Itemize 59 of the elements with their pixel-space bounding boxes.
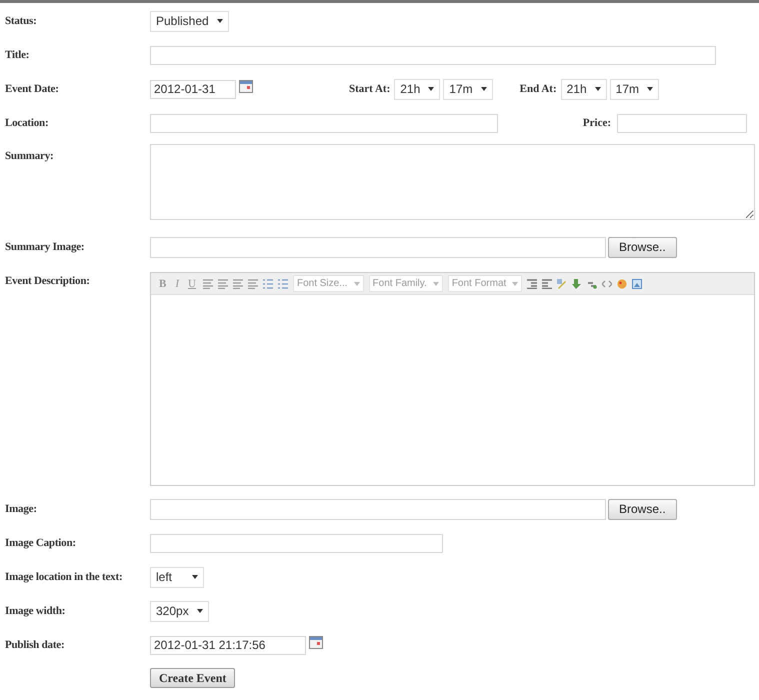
dropdown[interactable]: left <box>150 566 204 588</box>
dropdown[interactable]: 17m <box>610 78 659 100</box>
dropdown[interactable]: 17m <box>443 78 493 100</box>
align-icon[interactable] <box>202 278 213 288</box>
caret-icon <box>428 87 434 91</box>
image-icon[interactable] <box>632 278 642 288</box>
palette-icon[interactable] <box>617 278 628 288</box>
list-icon[interactable] <box>262 278 273 288</box>
caret-icon <box>196 609 203 613</box>
dropdown[interactable]: Published <box>150 10 229 32</box>
field-label: Start At: <box>349 83 390 95</box>
dropdown[interactable]: 21h <box>394 78 440 100</box>
arrow-icon[interactable] <box>572 278 582 288</box>
file-field[interactable] <box>150 498 606 520</box>
caret-icon <box>354 282 360 286</box>
caret-icon <box>594 87 601 91</box>
outdent-icon[interactable] <box>542 278 552 288</box>
field-label: Status: <box>4 15 38 27</box>
field-label: End At: <box>520 83 557 95</box>
align-icon[interactable] <box>248 278 258 288</box>
input-field[interactable] <box>150 114 498 132</box>
price-field[interactable] <box>617 114 747 132</box>
caret-icon <box>480 87 487 91</box>
field-label: Summary: <box>4 149 55 162</box>
caret-icon <box>432 282 439 286</box>
create-event-button[interactable]: Create Event <box>150 668 236 688</box>
browse-button[interactable]: Browse.. <box>608 236 677 258</box>
field-label: Image Caption: <box>4 537 77 549</box>
calendar-icon[interactable] <box>309 636 323 648</box>
input-field[interactable] <box>150 46 716 64</box>
field-label: Image: <box>4 503 38 515</box>
field-label: Location: <box>4 117 50 129</box>
field-label: Event Description: <box>4 274 91 287</box>
align-icon[interactable] <box>218 278 228 288</box>
file-field[interactable] <box>150 236 606 258</box>
code-icon[interactable] <box>602 278 612 288</box>
input-field[interactable] <box>150 534 443 552</box>
indent-icon[interactable] <box>527 278 538 288</box>
caret-icon <box>512 282 518 286</box>
browse-button[interactable]: Browse.. <box>608 498 677 520</box>
text-area[interactable] <box>150 144 755 220</box>
field-label: Title: <box>4 49 30 61</box>
caret-icon <box>216 19 223 23</box>
caret-icon <box>647 87 653 91</box>
calendar-icon[interactable] <box>239 80 253 92</box>
dropdown[interactable]: 21h <box>560 78 607 100</box>
field-label: Image width: <box>4 605 66 617</box>
field-label: Event Date: <box>4 83 60 95</box>
align-icon[interactable] <box>232 278 243 288</box>
dropdown[interactable]: 320px <box>150 600 209 622</box>
field-label: Price: <box>582 117 611 129</box>
list-icon[interactable] <box>278 278 288 288</box>
pencil-icon[interactable] <box>557 278 568 288</box>
field-label: Summary Image: <box>4 241 86 253</box>
date-field[interactable]: 2012-01-31 <box>150 80 236 98</box>
date-field[interactable]: 2012-01-31 21:17:56 <box>150 636 306 654</box>
field-label: Image location in the text: <box>4 571 124 583</box>
caret-icon <box>192 575 198 579</box>
field-label: Publish date: <box>4 639 66 651</box>
